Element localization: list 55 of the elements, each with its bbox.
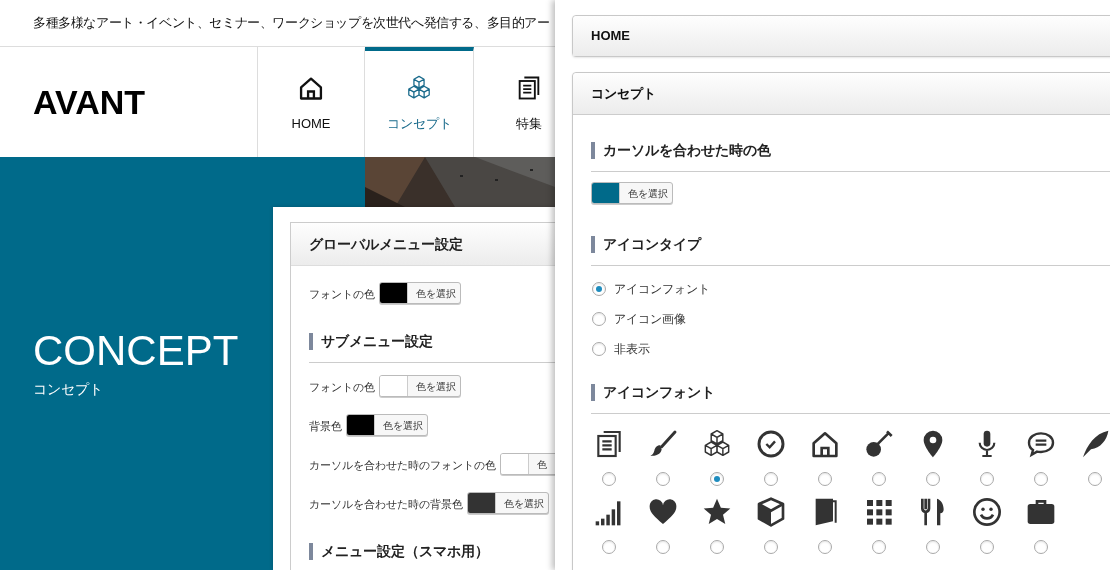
radio-button[interactable] — [710, 540, 724, 554]
option-label: アイコンフォント — [614, 281, 710, 298]
section-heading: サブメニュー設定 — [321, 332, 433, 351]
field-label: フォントの色 — [309, 379, 375, 395]
radio-button[interactable] — [592, 282, 606, 296]
radio-button[interactable] — [926, 540, 940, 554]
hero-title: CONCEPT — [33, 327, 239, 375]
radio-button[interactable] — [592, 342, 606, 356]
radio-button[interactable] — [764, 472, 778, 486]
radio-button[interactable] — [926, 472, 940, 486]
color-picker-button[interactable]: 色を選択 — [591, 182, 673, 204]
panel-title: グローバルメニュー設定 — [309, 234, 463, 254]
radio-button[interactable] — [656, 540, 670, 554]
field-label: カーソルを合わせた時のフォントの色 — [309, 457, 496, 473]
field-label: カーソルを合わせた時の背景色 — [309, 496, 463, 512]
site-logo: AVANT — [33, 81, 146, 123]
radio-button[interactable] — [592, 312, 606, 326]
field-label: 背景色 — [309, 418, 342, 434]
option-label: 非表示 — [614, 341, 650, 358]
section-heading: カーソルを合わせた時の色 — [603, 141, 771, 160]
hero-subtitle: コンセプト — [33, 380, 103, 399]
radio-button[interactable] — [1034, 472, 1048, 486]
radio-button[interactable] — [602, 540, 616, 554]
radio-button[interactable] — [1034, 540, 1048, 554]
radio-button[interactable] — [764, 540, 778, 554]
tagline-text: 多種多様なアート・イベント、セミナー、ワークショップを次世代へ発信する、多目的アー — [33, 14, 550, 32]
cube-icon — [755, 496, 787, 528]
accordion-header[interactable]: コンセプト — [573, 73, 1110, 115]
radio-button[interactable] — [872, 472, 886, 486]
heading-bar — [591, 384, 595, 401]
accordion-header[interactable]: HOME — [573, 16, 1110, 56]
color-picker-button[interactable]: 色を選択 — [379, 282, 461, 304]
radio-button[interactable] — [872, 540, 886, 554]
radio-button[interactable] — [1088, 472, 1102, 486]
section-heading: メニュー設定（スマホ用） — [321, 542, 489, 561]
radio-button[interactable] — [656, 472, 670, 486]
radio-button[interactable] — [818, 540, 832, 554]
smiley-icon — [971, 496, 1003, 528]
option-label: アイコン画像 — [614, 311, 686, 328]
color-picker-button[interactable]: 色を選択 — [379, 375, 461, 397]
heading-bar — [591, 142, 595, 159]
heading-bar — [309, 543, 313, 560]
color-picker-button[interactable]: 色を選択 — [346, 414, 428, 436]
radio-button[interactable] — [980, 540, 994, 554]
color-picker-button[interactable]: 色を選択 — [467, 492, 549, 514]
color-picker-button[interactable]: 色 — [500, 453, 555, 475]
heading-bar — [309, 333, 313, 350]
radio-button[interactable] — [602, 472, 616, 486]
heading-bar — [591, 236, 595, 253]
radio-button[interactable] — [980, 472, 994, 486]
section-heading: アイコンタイプ — [603, 235, 701, 254]
radio-button[interactable] — [818, 472, 832, 486]
field-label: フォントの色 — [309, 286, 375, 302]
section-heading: アイコンフォント — [603, 383, 715, 402]
radio-button[interactable] — [710, 472, 724, 486]
